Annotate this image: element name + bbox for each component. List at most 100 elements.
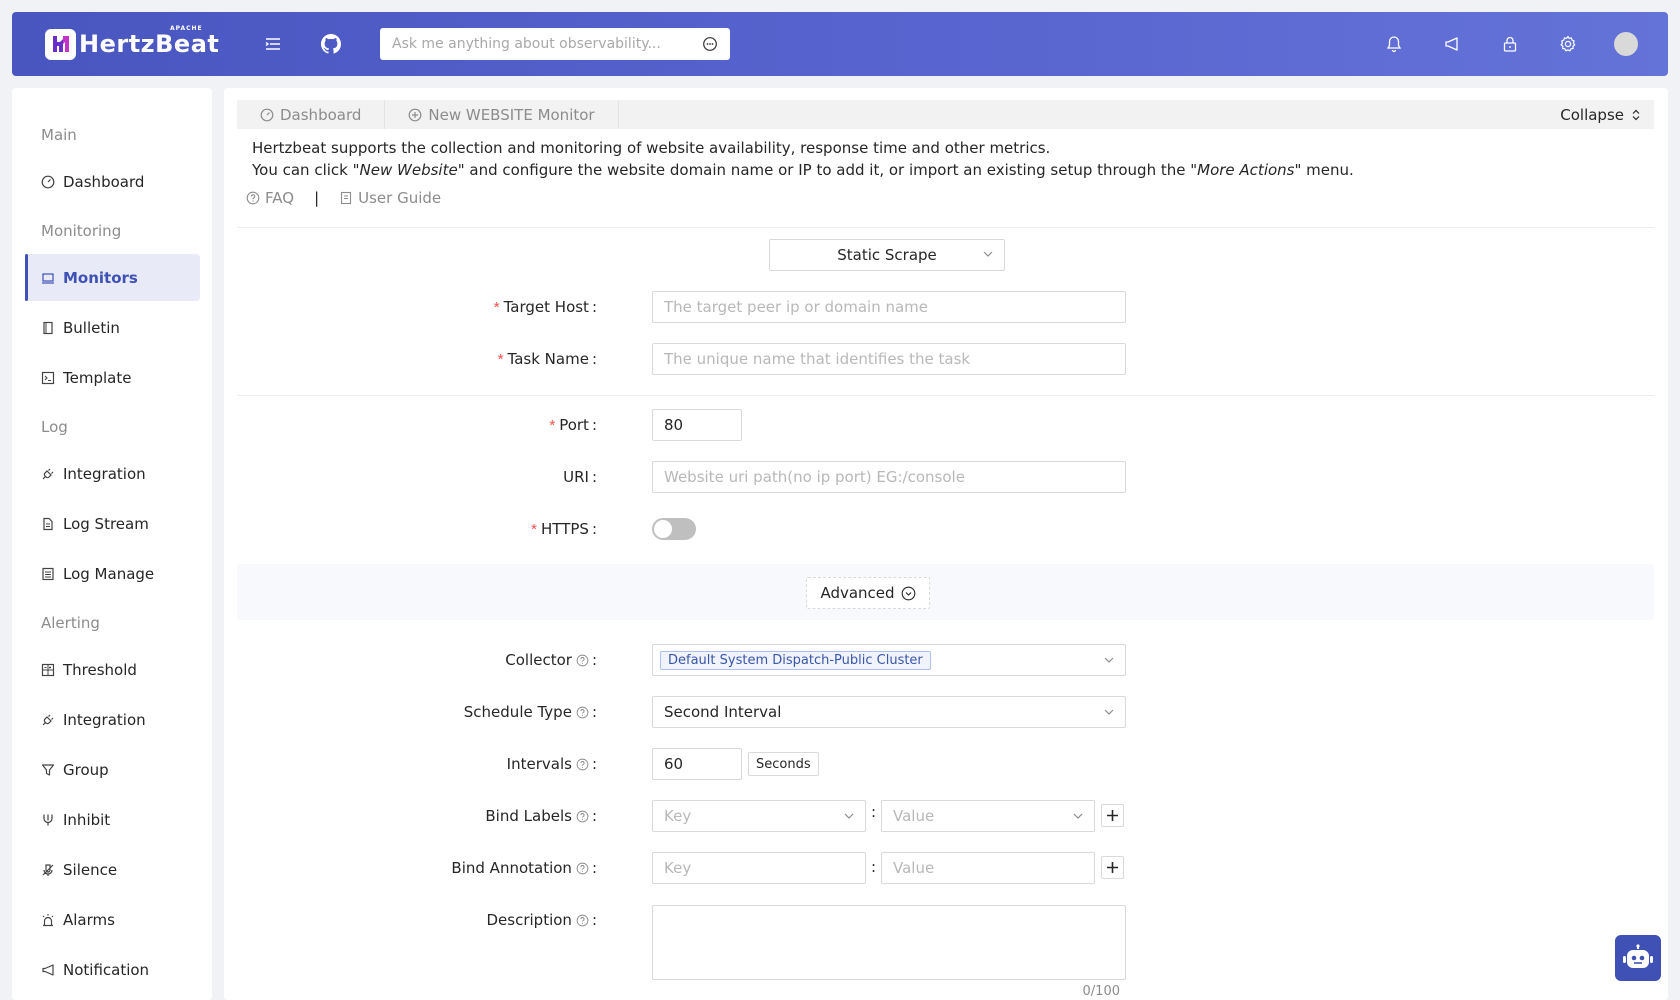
megaphone-icon bbox=[41, 963, 55, 977]
target-host-input[interactable] bbox=[664, 298, 1114, 316]
label-key-select[interactable] bbox=[652, 800, 866, 832]
user-guide-link[interactable]: User Guide bbox=[339, 189, 441, 207]
advanced-button[interactable]: Advanced bbox=[806, 577, 930, 609]
logo-badge: APACHE bbox=[170, 24, 203, 32]
sidebar-group-monitoring: Monitoring bbox=[41, 222, 122, 240]
uri-field[interactable] bbox=[652, 461, 1126, 493]
chevron-down-icon bbox=[982, 248, 994, 260]
form-label: Bind Annotation: bbox=[451, 859, 597, 877]
megaphone-icon[interactable] bbox=[1440, 32, 1464, 56]
sidebar-item-log-manage[interactable]: Log Manage bbox=[25, 550, 200, 597]
form-row-intervals: Intervals: Seconds bbox=[224, 748, 1668, 780]
sidebar-group-alerting: Alerting bbox=[41, 614, 100, 632]
gear-icon[interactable] bbox=[1556, 32, 1580, 56]
sidebar-item-label: Threshold bbox=[63, 660, 137, 679]
chevron-down-icon bbox=[1103, 706, 1115, 718]
list-box-icon bbox=[41, 567, 55, 581]
uri-input[interactable] bbox=[664, 468, 1114, 486]
task-name-field[interactable] bbox=[652, 343, 1126, 375]
sidebar-item-bulletin[interactable]: Bulletin bbox=[25, 304, 200, 351]
help-circle-icon[interactable] bbox=[576, 862, 589, 875]
intervals-field[interactable] bbox=[652, 748, 742, 780]
github-icon[interactable] bbox=[319, 32, 343, 56]
sidebar-item-monitors[interactable]: Monitors bbox=[25, 254, 200, 301]
sidebar-item-label: Log Stream bbox=[63, 514, 149, 533]
help-circle-icon[interactable] bbox=[576, 706, 589, 719]
form-row-target-host: * Target Host: bbox=[224, 291, 1668, 323]
plug-icon bbox=[41, 467, 55, 481]
port-input[interactable] bbox=[664, 416, 730, 434]
sidebar-item-label: Bulletin bbox=[63, 318, 120, 337]
main-content: Dashboard New WEBSITE Monitor Collapse H… bbox=[224, 88, 1668, 1000]
schedule-type-select[interactable]: Second Interval bbox=[652, 696, 1126, 728]
divider bbox=[237, 395, 1654, 396]
label-value-input[interactable] bbox=[893, 807, 1083, 825]
collapse-button[interactable]: Collapse bbox=[1560, 100, 1654, 129]
sidebar-item-template[interactable]: Template bbox=[25, 354, 200, 401]
task-name-input[interactable] bbox=[664, 350, 1114, 368]
faq-link[interactable]: FAQ bbox=[246, 189, 294, 207]
sidebar-item-alert-integration[interactable]: Integration bbox=[25, 696, 200, 743]
annotation-value-input[interactable] bbox=[893, 859, 1083, 877]
sidebar-item-group[interactable]: Group bbox=[25, 746, 200, 793]
tab-label: New WEBSITE Monitor bbox=[428, 105, 595, 124]
plus-circle-icon bbox=[408, 108, 422, 122]
collector-select[interactable]: Default System Dispatch-Public Cluster bbox=[652, 644, 1126, 676]
advanced-label: Advanced bbox=[820, 584, 895, 602]
form-row-https: * HTTPS: bbox=[224, 513, 1668, 545]
tab-dashboard[interactable]: Dashboard bbox=[237, 100, 386, 129]
help-circle-icon[interactable] bbox=[576, 654, 589, 667]
help-circle-icon[interactable] bbox=[576, 914, 589, 927]
filter-icon bbox=[41, 763, 55, 777]
sidebar-item-dashboard[interactable]: Dashboard bbox=[25, 158, 200, 205]
sidebar-item-alarms[interactable]: Alarms bbox=[25, 896, 200, 943]
add-annotation-button[interactable] bbox=[1101, 856, 1124, 879]
sidebar-item-label: Monitors bbox=[63, 268, 138, 287]
help-circle-icon[interactable] bbox=[576, 810, 589, 823]
chat-bubble-icon[interactable] bbox=[702, 36, 718, 52]
annotation-key-input[interactable] bbox=[664, 859, 854, 877]
sidebar-item-label: Alarms bbox=[63, 910, 115, 929]
port-field[interactable] bbox=[652, 409, 742, 441]
sidebar-item-log-stream[interactable]: Log Stream bbox=[25, 500, 200, 547]
target-host-field[interactable] bbox=[652, 291, 1126, 323]
description-textarea[interactable] bbox=[652, 905, 1126, 980]
ai-search-box[interactable] bbox=[380, 28, 730, 60]
label-key-input[interactable] bbox=[664, 807, 854, 825]
lock-icon[interactable] bbox=[1498, 32, 1522, 56]
ai-search-input[interactable] bbox=[392, 36, 702, 52]
sidebar-item-notification[interactable]: Notification bbox=[25, 946, 200, 993]
https-toggle[interactable] bbox=[652, 518, 696, 540]
annotation-key-field[interactable] bbox=[652, 852, 866, 884]
alarm-icon bbox=[41, 913, 55, 927]
sidebar-item-silence[interactable]: Silence bbox=[25, 846, 200, 893]
bell-icon[interactable] bbox=[1382, 32, 1406, 56]
menu-toggle-icon[interactable] bbox=[261, 32, 285, 56]
robot-icon bbox=[1622, 944, 1654, 972]
help-links: FAQ | User Guide bbox=[246, 189, 441, 207]
intervals-input[interactable] bbox=[664, 755, 730, 773]
scrape-mode-select[interactable]: Static Scrape bbox=[769, 239, 1005, 271]
sidebar-item-label: Notification bbox=[63, 960, 150, 979]
sidebar-item-label: Dashboard bbox=[63, 172, 145, 191]
pair-separator: : bbox=[871, 858, 877, 876]
tab-label: Dashboard bbox=[280, 105, 362, 124]
annotation-value-field[interactable] bbox=[881, 852, 1095, 884]
tab-new-monitor[interactable]: New WEBSITE Monitor bbox=[385, 100, 619, 129]
book-icon bbox=[41, 321, 55, 335]
ai-chat-button[interactable] bbox=[1615, 935, 1661, 981]
add-label-button[interactable] bbox=[1101, 804, 1124, 827]
sidebar-group-log: Log bbox=[41, 418, 68, 436]
avatar[interactable] bbox=[1614, 32, 1638, 56]
sidebar-item-threshold[interactable]: Threshold bbox=[25, 646, 200, 693]
intro-line-1: Hertzbeat supports the collection and mo… bbox=[252, 139, 1051, 157]
sidebar-item-log-integration[interactable]: Integration bbox=[25, 450, 200, 497]
sidebar: Main Dashboard Monitoring Monitors Bulle… bbox=[12, 88, 212, 1000]
sidebar-item-inhibit[interactable]: Inhibit bbox=[25, 796, 200, 843]
chevron-down-icon bbox=[843, 810, 855, 822]
label-value-select[interactable] bbox=[881, 800, 1095, 832]
guide-book-icon bbox=[339, 191, 353, 205]
sidebar-item-label: Inhibit bbox=[63, 810, 111, 829]
logo[interactable]: HertzBeat APACHE bbox=[45, 25, 219, 60]
help-circle-icon[interactable] bbox=[576, 758, 589, 771]
